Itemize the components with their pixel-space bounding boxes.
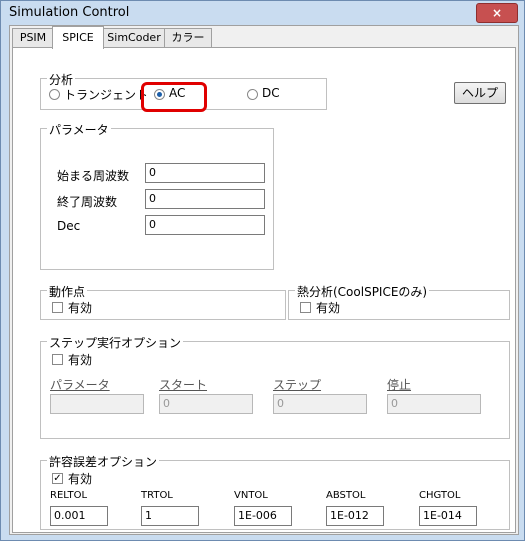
spice-tab-panel: 分析 トランジェント AC DC ヘルプ パラメータ 始まる周波数 0 終了周波… [12, 47, 516, 533]
dec-input[interactable]: 0 [145, 215, 265, 235]
thermal-analysis-legend: 熱分析(CoolSPICEのみ) [295, 283, 430, 300]
window-title: Simulation Control [9, 5, 130, 20]
abstol-label: ABSTOL [326, 490, 366, 501]
vntol-label: VNTOL [234, 490, 268, 501]
step-step-label: ステップ [273, 378, 322, 392]
operating-point-legend: 動作点 [47, 283, 88, 300]
tab-spice[interactable]: SPICE [52, 26, 104, 49]
end-frequency-label: 終了周波数 [57, 195, 118, 209]
tolerance-enable-checkbox[interactable]: ✓ [52, 473, 63, 484]
parameters-legend: パラメータ [47, 121, 111, 138]
start-frequency-input[interactable]: 0 [145, 163, 265, 183]
step-parameter-label: パラメータ [50, 378, 110, 392]
radio-dc-label: DC [262, 86, 280, 100]
start-frequency-label: 始まる周波数 [57, 169, 130, 183]
operating-point-checkbox[interactable] [52, 302, 63, 313]
reltol-label: RELTOL [50, 490, 88, 501]
tolerance-enable-label: 有効 [68, 472, 93, 486]
vntol-input[interactable]: 1E-006 [234, 506, 292, 526]
operating-point-group: 動作点 有効 [40, 283, 286, 320]
tab-color[interactable]: カラー [164, 28, 212, 47]
abstol-input[interactable]: 1E-012 [326, 506, 384, 526]
step-options-group: ステップ実行オプション 有効 パラメータ スタート 0 ステップ 0 停止 0 [40, 334, 510, 439]
chgtol-label: CHGTOL [419, 490, 461, 501]
operating-point-enable-label: 有効 [68, 301, 93, 315]
end-frequency-input[interactable]: 0 [145, 189, 265, 209]
trtol-input[interactable]: 1 [141, 506, 199, 526]
thermal-enable-label: 有効 [316, 301, 341, 315]
radio-transient-label: トランジェント [64, 88, 149, 102]
parameters-group: パラメータ 始まる周波数 0 終了周波数 0 Dec 0 [40, 121, 274, 270]
tolerance-options-legend: 許容誤差オプション [47, 453, 160, 470]
title-bar: Simulation Control × [1, 1, 524, 25]
radio-dc[interactable] [247, 89, 258, 100]
step-options-legend: ステップ実行オプション [47, 334, 184, 351]
trtol-label: TRTOL [141, 490, 173, 501]
step-parameter-input [50, 394, 144, 414]
close-button[interactable]: × [476, 3, 518, 23]
dec-label: Dec [57, 219, 81, 233]
step-enable-checkbox[interactable] [52, 354, 63, 365]
tab-simcoder[interactable]: SimCoder [102, 28, 166, 47]
reltol-input[interactable]: 0.001 [50, 506, 108, 526]
tab-psim[interactable]: PSIM [12, 28, 54, 47]
simulation-control-window: Simulation Control × PSIM SPICE SimCoder… [0, 0, 525, 541]
thermal-analysis-group: 熱分析(CoolSPICEのみ) 有効 [288, 283, 510, 320]
step-enable-label: 有効 [68, 353, 93, 367]
chgtol-input[interactable]: 1E-014 [419, 506, 477, 526]
step-start-label: スタート [159, 378, 208, 392]
radio-transient[interactable] [49, 89, 60, 100]
ac-highlight-box [141, 82, 207, 112]
step-start-input: 0 [159, 394, 253, 414]
help-button[interactable]: ヘルプ [454, 82, 506, 104]
tolerance-options-group: 許容誤差オプション ✓ 有効 RELTOL 0.001 TRTOL 1 VNTO… [40, 453, 510, 530]
dialog-body: PSIM SPICE SimCoder カラー 分析 トランジェント AC DC… [9, 25, 519, 535]
step-stop-label: 停止 [387, 378, 412, 392]
thermal-checkbox[interactable] [300, 302, 311, 313]
step-step-input: 0 [273, 394, 367, 414]
step-stop-input: 0 [387, 394, 481, 414]
